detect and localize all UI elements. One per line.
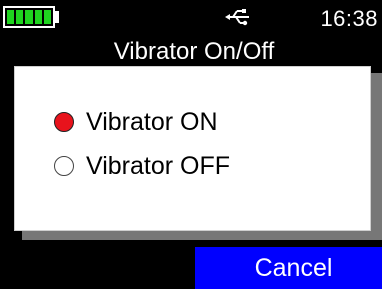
battery-cell xyxy=(16,10,24,24)
option-label: Vibrator ON xyxy=(86,107,218,136)
battery-icon xyxy=(3,6,55,28)
device-screen: 16:38 Vibrator On/Off Vibrator ON Vibrat… xyxy=(0,0,382,289)
cancel-button[interactable]: Cancel xyxy=(195,247,382,289)
usb-icon xyxy=(225,9,249,26)
battery-cell xyxy=(25,10,33,24)
option-label: Vibrator OFF xyxy=(86,151,231,180)
radio-option-vibrator-off[interactable]: Vibrator OFF xyxy=(54,151,230,181)
page-title: Vibrator On/Off xyxy=(113,38,275,65)
battery-cell xyxy=(43,10,52,24)
radio-checked-icon[interactable] xyxy=(54,112,74,132)
battery-tip xyxy=(55,11,59,23)
options-dialog: Vibrator ON Vibrator OFF xyxy=(14,66,371,231)
radio-unchecked-icon[interactable] xyxy=(54,156,74,176)
battery-cell xyxy=(7,10,15,24)
clock-time: 16:38 xyxy=(320,6,378,31)
battery-cell xyxy=(34,10,42,24)
radio-option-vibrator-on[interactable]: Vibrator ON xyxy=(54,107,218,137)
